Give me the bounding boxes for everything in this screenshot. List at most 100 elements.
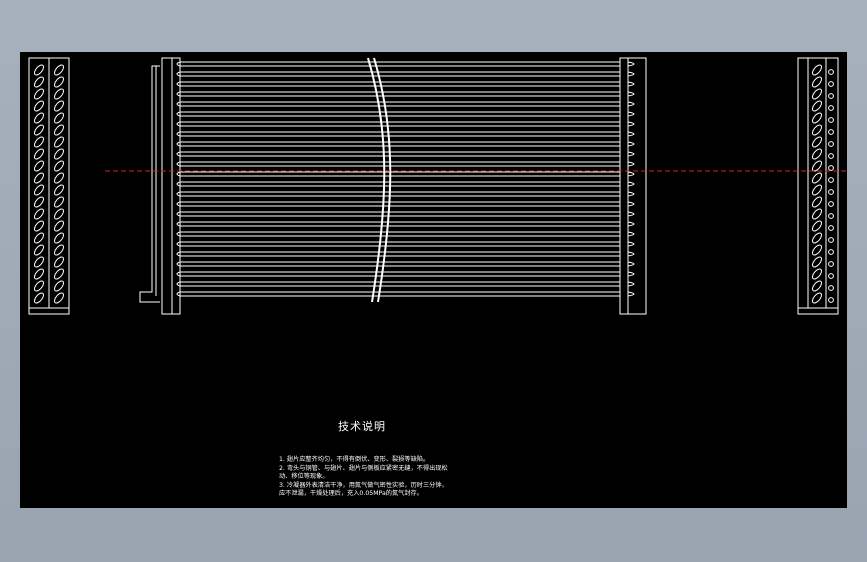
bolt-hole (828, 273, 834, 279)
return-bend (627, 61, 635, 67)
bolt-hole (828, 105, 834, 111)
bolt-hole (828, 297, 834, 303)
tube-hole (54, 268, 64, 280)
return-bend (627, 211, 635, 217)
tube-hole (34, 256, 44, 268)
return-bend (627, 161, 635, 167)
tube-hole (812, 124, 822, 136)
header-pipe (139, 65, 160, 303)
return-bend (627, 141, 635, 147)
tube-hole (812, 148, 822, 160)
note-line: 动、移位等现象。 (279, 473, 329, 481)
bolt-hole (828, 237, 834, 243)
tube-hole (34, 220, 44, 232)
bolt-hole (828, 189, 834, 195)
main-tube-view (139, 57, 647, 315)
tube-hole (34, 208, 44, 220)
tube-hole (812, 244, 822, 256)
bolt-hole (828, 285, 834, 291)
tube-hole (812, 220, 822, 232)
tube-hole (34, 184, 44, 196)
tube-hole (54, 184, 64, 196)
tube-hole (54, 100, 64, 112)
tube-hole (34, 172, 44, 184)
tube-hole (812, 208, 822, 220)
tube-hole (34, 148, 44, 160)
return-bend (627, 101, 635, 107)
bolt-hole (828, 81, 834, 87)
tube-hole (54, 148, 64, 160)
right-end-view (797, 57, 839, 315)
drawing-canvas: 技术说明 1. 翅片应整齐均匀，不得有倒伏、变形、裂损等缺陷。 2. 弯头与铜管… (20, 52, 847, 508)
return-bend (627, 191, 635, 197)
tube-hole (812, 88, 822, 100)
tube-hole (54, 76, 64, 88)
return-bend (627, 251, 635, 257)
tube-hole (54, 196, 64, 208)
return-bend (627, 91, 635, 97)
tube-hole (812, 76, 822, 88)
return-bend (627, 291, 635, 297)
tube-hole (54, 88, 64, 100)
return-bend (627, 181, 635, 187)
tube-hole (54, 244, 64, 256)
return-bend (627, 221, 635, 227)
bolt-hole (828, 165, 834, 171)
return-bend (627, 271, 635, 277)
return-bend (627, 81, 635, 87)
tube-hole (34, 244, 44, 256)
break-line (367, 57, 386, 303)
return-bend (627, 171, 635, 177)
tube-hole (812, 196, 822, 208)
tube-hole (34, 268, 44, 280)
bolt-hole (828, 117, 834, 123)
tube-hole (812, 172, 822, 184)
note-line: 应不泄漏，干燥处理后，充入0.05MPa的氮气封存。 (279, 490, 423, 498)
technical-notes: 1. 翅片应整齐均匀，不得有倒伏、变形、裂损等缺陷。 2. 弯头与铜管、与翅片、… (279, 456, 448, 499)
return-bend (627, 131, 635, 137)
return-bend (627, 111, 635, 117)
right-side-plate (797, 57, 839, 315)
return-bend (627, 71, 635, 77)
return-bend (627, 151, 635, 157)
tube-hole (34, 112, 44, 124)
tube-hole (34, 280, 44, 292)
tube-hole (54, 136, 64, 148)
tube-hole (812, 112, 822, 124)
tube-hole (54, 112, 64, 124)
notes-title: 技术说明 (338, 420, 386, 433)
bolt-hole (828, 225, 834, 231)
bolt-hole (828, 69, 834, 75)
tube-hole (812, 280, 822, 292)
tube-hole (54, 160, 64, 172)
bolt-hole (828, 93, 834, 99)
tube-hole (812, 100, 822, 112)
tube-hole (54, 220, 64, 232)
tube-hole (34, 196, 44, 208)
bolt-hole (828, 141, 834, 147)
tube-hole (54, 232, 64, 244)
bolt-hole (828, 129, 834, 135)
bolt-hole (828, 249, 834, 255)
tube-hole (54, 172, 64, 184)
left-tube-sheet (161, 57, 181, 315)
tube-hole (34, 292, 44, 304)
tube-hole (34, 76, 44, 88)
tube-hole (54, 292, 64, 304)
tube-hole (54, 256, 64, 268)
tube-hole (812, 256, 822, 268)
return-bend (627, 231, 635, 237)
tube-hole (812, 184, 822, 196)
bolt-hole (828, 177, 834, 183)
tube-hole (812, 232, 822, 244)
tube-hole (34, 136, 44, 148)
bolt-hole (828, 261, 834, 267)
tube-hole (812, 136, 822, 148)
tube-hole (34, 160, 44, 172)
return-bend (627, 121, 635, 127)
tube-hole (54, 280, 64, 292)
tube-hole (34, 124, 44, 136)
bolt-hole (828, 201, 834, 207)
tube-hole (812, 292, 822, 304)
return-bend (627, 281, 635, 287)
